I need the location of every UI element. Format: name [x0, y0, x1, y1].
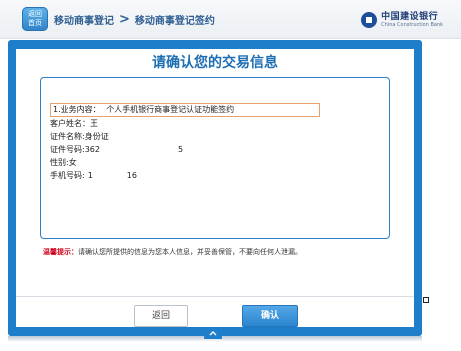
transaction-info-box [40, 77, 390, 239]
phone-suffix: 16 [126, 171, 137, 180]
home-label-line1: 返回 [28, 10, 42, 18]
divider [16, 296, 414, 297]
warm-tip: 温馨提示：请确认您所提供的信息为您本人信息，并妥善保管，不要向任何人泄漏。 [43, 247, 302, 257]
home-label-line2: 首页 [28, 19, 42, 27]
id-type-label: 证件名称: [50, 132, 85, 141]
id-number-prefix: 362 [84, 145, 100, 154]
back-button[interactable]: 返回 [134, 305, 188, 327]
resize-handle[interactable] [423, 297, 429, 303]
business-value: 个人手机银行商事登记认证功能签约 [106, 105, 235, 114]
bank-logo-icon [361, 12, 378, 28]
breadcrumb: 移动商事登记 > 移动商事登记签约 [54, 11, 215, 27]
tip-label: 温馨提示： [43, 248, 78, 256]
phone-prefix: 1 [87, 171, 93, 180]
id-type-value: 身份证 [84, 132, 109, 141]
breadcrumb-item-1[interactable]: 移动商事登记 [54, 12, 114, 27]
chevron-up-icon [209, 331, 217, 336]
gender-label: 性别: [50, 158, 69, 167]
bank-name-en: China Construction Bank [381, 22, 443, 28]
customer-name-value: 王 [90, 119, 98, 128]
bank-name-cn: 中国建设银行 [381, 12, 439, 22]
customer-name-label: 客户姓名： [50, 119, 90, 128]
chevron-right-icon: > [119, 11, 130, 27]
phone-label: 手机号码: [50, 171, 85, 180]
id-number-suffix: 5 [177, 145, 184, 154]
tip-text: 请确认您所提供的信息为您本人信息，并妥善保管，不要向任何人泄漏。 [78, 248, 302, 256]
phone-row: 手机号码: 1 16 [50, 170, 137, 181]
breadcrumb-item-2: 移动商事登记签约 [134, 15, 215, 27]
top-bar: 返回 首页 移动商事登记 > 移动商事登记签约 中国建设银行 China Con… [0, 0, 461, 39]
business-label: 1.业务内容： [53, 105, 101, 114]
bank-logo: 中国建设银行 China Construction Bank [361, 9, 443, 31]
id-type-row: 证件名称:身份证 [50, 131, 109, 142]
customer-name-row: 客户姓名：王 [50, 118, 98, 129]
id-number-row: 证件号码:362 5 [50, 144, 183, 155]
gender-value: 女 [68, 158, 77, 167]
confirm-button[interactable]: 确认 [242, 305, 298, 327]
business-content-row: 1.业务内容： 个人手机银行商事登记认证功能签约 [50, 103, 320, 117]
home-button[interactable]: 返回 首页 [22, 7, 48, 31]
page-title: 请确认您的交易信息 [152, 55, 278, 71]
id-number-label: 证件号码: [50, 145, 85, 154]
gender-row: 性别:女 [50, 157, 77, 168]
